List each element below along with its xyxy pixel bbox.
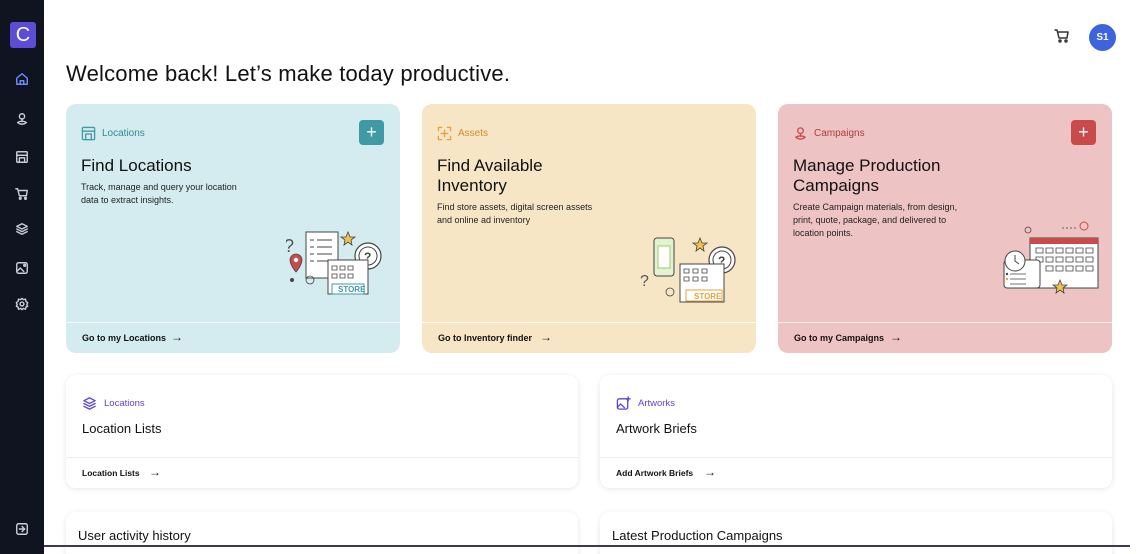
card-title: User activity history (78, 528, 191, 543)
card-footer: Add Artwork Briefs → (600, 457, 1112, 488)
card-tag-label: Locations (102, 128, 145, 139)
add-artwork-briefs-link[interactable]: Add Artwork Briefs (616, 468, 693, 478)
location-pin-icon[interactable] (12, 109, 32, 129)
artwork-briefs-card[interactable]: Artworks Artwork Briefs Add Artwork Brie… (600, 375, 1112, 488)
layers-icon (83, 397, 96, 410)
card-description: Create Campaign materials, from design, … (793, 202, 958, 238)
layers-icon[interactable] (12, 219, 32, 239)
campaigns-card[interactable]: Campaigns + Manage Production Campaigns … (778, 104, 1112, 353)
card-tag: Locations (81, 126, 145, 141)
home-icon[interactable] (12, 69, 32, 89)
card-title-line: Inventory (437, 176, 507, 195)
arrow-right-icon: → (540, 330, 552, 344)
image-icon[interactable] (12, 258, 32, 278)
page-title: Welcome back! Let’s make today productiv… (66, 61, 511, 86)
logout-icon[interactable] (12, 519, 32, 539)
arrow-right-icon: → (890, 330, 902, 344)
location-lists-link[interactable]: Location Lists (82, 468, 140, 478)
svg-text:STORE: STORE (694, 292, 722, 301)
app-logo[interactable]: C (10, 22, 36, 48)
card-footer: Go to my Campaigns → (778, 322, 1112, 353)
locations-card[interactable]: Locations + Find Locations Track, manage… (66, 104, 400, 353)
latest-production-campaigns-card: Latest Production Campaigns (600, 512, 1112, 554)
go-to-inventory-finder-link[interactable]: Go to Inventory finder (438, 333, 532, 343)
arrow-right-icon: → (149, 465, 161, 479)
card-title: Artwork Briefs (616, 421, 697, 436)
divider (44, 545, 1130, 547)
campaigns-illustration (1003, 221, 1099, 294)
settings-icon[interactable] (12, 294, 32, 314)
card-title-line: Manage Production (793, 156, 941, 175)
inventory-illustration: ? ? STORE (640, 236, 736, 303)
card-tag-label: Artworks (638, 398, 675, 409)
question-mark-icon: ? (286, 236, 294, 256)
add-campaign-button[interactable]: + (1071, 120, 1096, 145)
card-title: Latest Production Campaigns (612, 528, 783, 543)
card-tag-label: Assets (458, 128, 489, 139)
image-sparkle-icon (616, 396, 631, 410)
store-icon (81, 126, 96, 141)
locations-illustration: ? ? STORE (286, 230, 382, 295)
card-title: Find Available Inventory (437, 156, 543, 196)
user-activity-card: User activity history (66, 512, 578, 554)
cart-icon[interactable] (12, 184, 32, 204)
card-title: Location Lists (82, 421, 162, 436)
card-description: Track, manage and query your location da… (81, 182, 237, 205)
go-to-locations-link[interactable]: Go to my Locations (82, 333, 166, 343)
question-mark-icon: ? (640, 273, 649, 290)
assets-icon (437, 126, 452, 141)
sidebar: C (0, 0, 44, 554)
card-footer: Go to my Locations → (66, 322, 400, 353)
card-tag: Artworks (616, 396, 675, 411)
assets-card[interactable]: Assets Find Available Inventory Find sto… (422, 104, 756, 353)
card-title-line: Campaigns (793, 176, 879, 195)
arrow-right-icon: → (704, 465, 716, 479)
card-title-line: Find Available (437, 156, 543, 175)
card-footer: Location Lists → (66, 457, 578, 488)
card-tag: Assets (437, 126, 488, 141)
card-title: Find Locations (81, 156, 192, 175)
card-tag-label: Campaigns (814, 128, 865, 139)
go-to-campaigns-link[interactable]: Go to my Campaigns (794, 333, 884, 343)
card-footer: Go to Inventory finder → (422, 322, 756, 353)
card-tag-label: Locations (104, 398, 145, 409)
cart-icon[interactable] (1054, 28, 1072, 46)
arrow-right-icon: → (171, 330, 183, 344)
card-title: Manage Production Campaigns (793, 156, 940, 196)
card-description: Find store assets, digital screen assets… (437, 202, 593, 225)
location-pin-icon (795, 127, 806, 140)
card-tag: Campaigns (793, 126, 865, 141)
add-location-button[interactable]: + (359, 120, 384, 145)
svg-text:STORE: STORE (338, 285, 366, 294)
user-avatar[interactable]: S1 (1089, 24, 1116, 51)
location-lists-card[interactable]: Locations Location Lists Location Lists … (66, 375, 578, 488)
card-tag: Locations (82, 396, 145, 411)
store-icon[interactable] (12, 147, 32, 167)
